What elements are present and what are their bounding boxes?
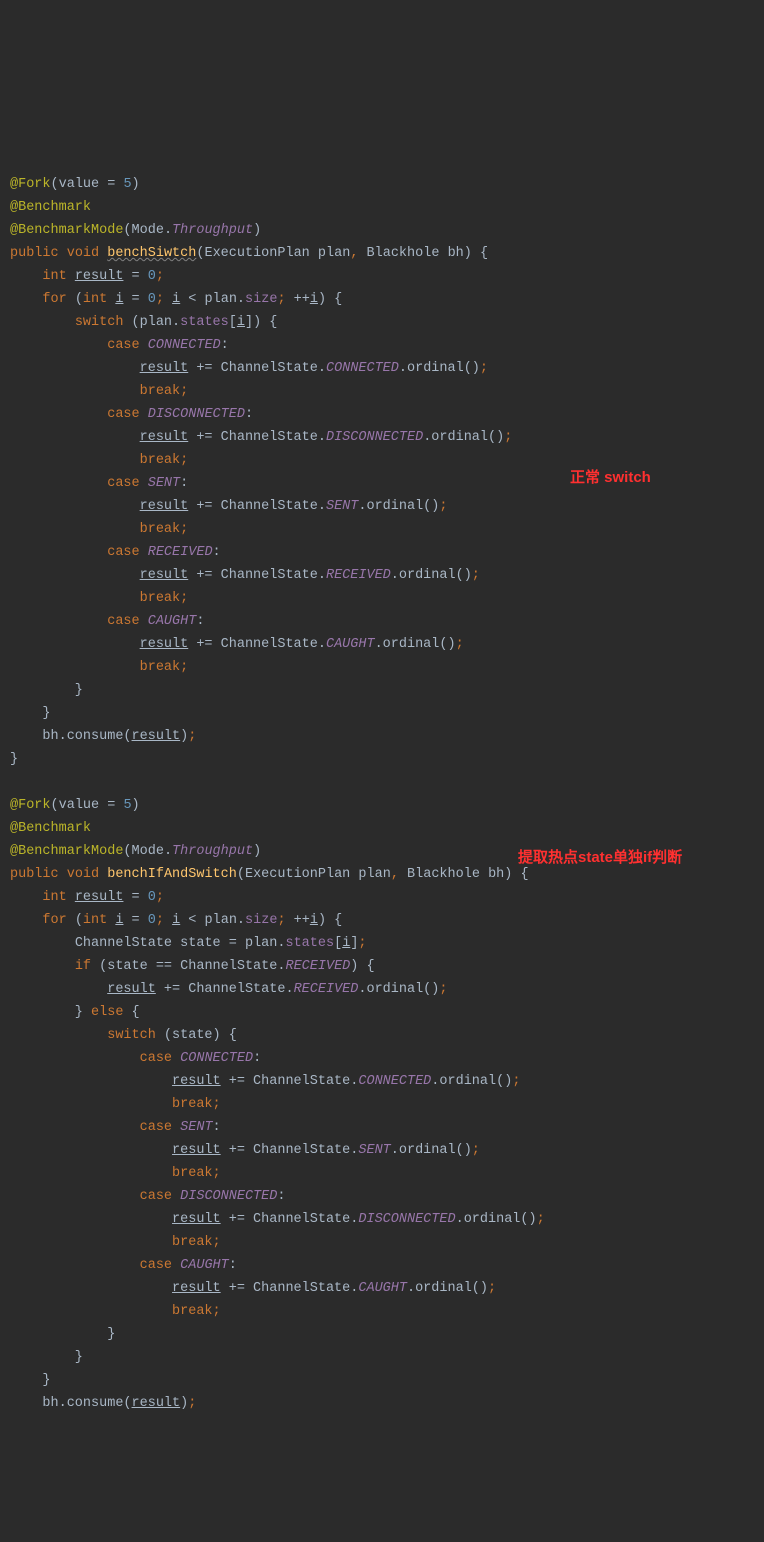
annotation-comment-2: 提取热点state单独if判断 xyxy=(518,846,748,870)
annotation-comment-1: 正常 switch xyxy=(570,466,651,489)
code-editor: 正常 switch 提取热点state单独if判断 @Fork(value = … xyxy=(10,104,754,1415)
code-block-1: @Fork(value = 5) @Benchmark @BenchmarkMo… xyxy=(10,177,545,1411)
